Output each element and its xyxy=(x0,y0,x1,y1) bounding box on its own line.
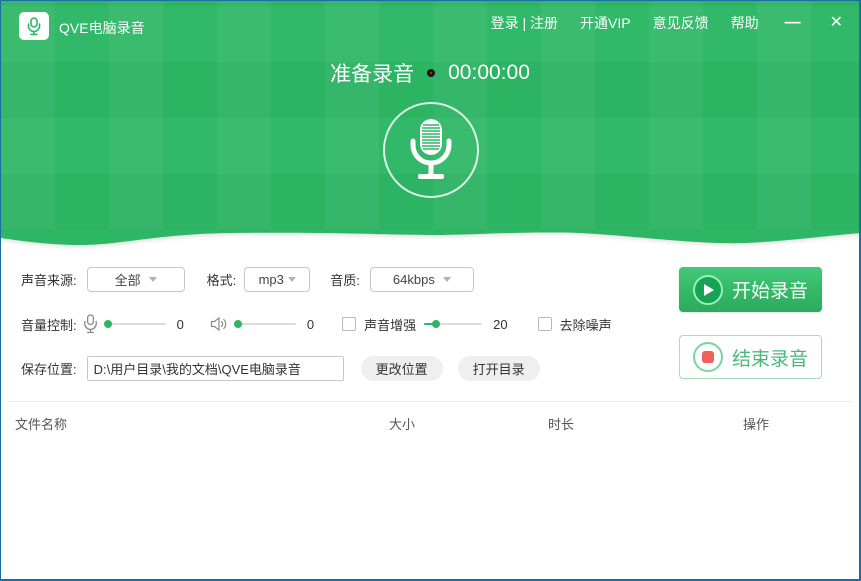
quality-label: 音质: xyxy=(330,270,360,289)
save-location-label: 保存位置: xyxy=(21,359,77,378)
volume-label: 音量控制: xyxy=(21,315,77,334)
microphone-emblem xyxy=(383,102,479,198)
slider-thumb[interactable] xyxy=(234,320,242,328)
settings-row-2: 音量控制: 0 0 声音增强 20 去除噪声 xyxy=(21,311,612,337)
recording-dot-icon xyxy=(427,69,435,77)
titlebar-menu: 登录 | 注册 开通VIP 意见反馈 帮助 — ✕ xyxy=(491,1,847,45)
start-recording-button[interactable]: 开始录音 xyxy=(679,267,822,312)
enhance-label: 声音增强 xyxy=(364,315,416,334)
chevron-down-icon xyxy=(288,277,296,282)
mic-volume-value: 0 xyxy=(177,317,184,332)
quality-select[interactable]: 64kbps xyxy=(370,267,474,292)
speaker-volume-slider[interactable] xyxy=(234,319,296,329)
app-window: QVE电脑录音 登录 | 注册 开通VIP 意见反馈 帮助 — ✕ 准备录音 0… xyxy=(0,0,861,581)
login-register-link[interactable]: 登录 | 注册 xyxy=(491,13,558,33)
start-recording-label: 开始录音 xyxy=(732,276,808,303)
chevron-down-icon xyxy=(443,277,451,282)
settings-row-1: 声音来源: 全部 格式: mp3 音质: 64kbps xyxy=(21,266,474,292)
file-list-empty-area xyxy=(1,435,859,579)
enhance-slider[interactable] xyxy=(424,319,482,329)
table-divider xyxy=(9,401,851,402)
minimize-button[interactable]: — xyxy=(781,13,804,33)
stop-recording-button[interactable]: 结束录音 xyxy=(679,335,822,379)
format-select[interactable]: mp3 xyxy=(244,267,310,292)
change-location-button[interactable]: 更改位置 xyxy=(361,356,443,381)
source-value: 全部 xyxy=(115,270,141,289)
titlebar: QVE电脑录音 登录 | 注册 开通VIP 意见反馈 帮助 — ✕ xyxy=(1,1,859,45)
source-label: 声音来源: xyxy=(21,270,77,289)
file-table-header: 文件名称 大小 时长 操作 xyxy=(1,412,859,434)
format-value: mp3 xyxy=(259,272,284,287)
chevron-down-icon xyxy=(149,277,157,282)
recording-timer: 00:00:00 xyxy=(448,61,530,85)
mic-volume-slider[interactable] xyxy=(104,319,166,329)
column-header-action: 操作 xyxy=(743,414,769,433)
slider-track xyxy=(104,323,166,325)
denoise-checkbox[interactable] xyxy=(538,317,552,331)
feedback-link[interactable]: 意见反馈 xyxy=(653,13,709,33)
format-label: 格式: xyxy=(207,270,237,289)
wave-edge xyxy=(1,229,861,251)
speaker-volume-icon xyxy=(210,316,228,332)
app-logo xyxy=(19,12,49,40)
help-link[interactable]: 帮助 xyxy=(731,13,759,33)
column-header-duration: 时长 xyxy=(548,414,574,433)
slider-thumb[interactable] xyxy=(432,320,440,328)
column-header-size: 大小 xyxy=(389,414,415,433)
app-title: QVE电脑录音 xyxy=(59,18,145,38)
stop-icon xyxy=(693,342,723,372)
denoise-label: 去除噪声 xyxy=(560,315,612,334)
source-select[interactable]: 全部 xyxy=(87,267,185,292)
vip-link[interactable]: 开通VIP xyxy=(580,13,631,33)
recording-status-row: 准备录音 00:00:00 xyxy=(1,58,859,88)
enhance-value: 20 xyxy=(493,317,507,332)
microphone-logo-icon xyxy=(27,17,41,36)
slider-thumb[interactable] xyxy=(104,320,112,328)
settings-row-3: 保存位置: 更改位置 打开目录 xyxy=(21,355,540,382)
quality-value: 64kbps xyxy=(393,272,435,287)
microphone-icon xyxy=(401,117,461,183)
slider-track xyxy=(234,323,296,325)
save-path-input[interactable] xyxy=(87,356,344,381)
stop-recording-label: 结束录音 xyxy=(732,344,808,371)
play-icon xyxy=(693,275,723,305)
close-button[interactable]: ✕ xyxy=(826,13,847,33)
column-header-filename: 文件名称 xyxy=(15,414,67,433)
recording-status-text: 准备录音 xyxy=(330,58,414,88)
speaker-volume-value: 0 xyxy=(307,317,314,332)
open-directory-button[interactable]: 打开目录 xyxy=(458,356,540,381)
mic-volume-icon xyxy=(83,314,98,334)
enhance-checkbox[interactable] xyxy=(342,317,356,331)
